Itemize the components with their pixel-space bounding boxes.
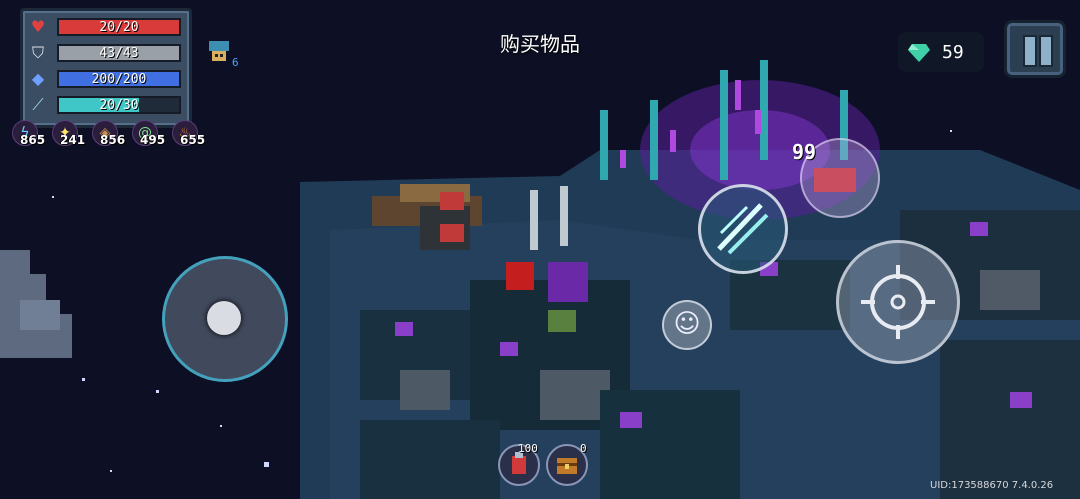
resource-value: 856 — [100, 133, 126, 147]
potion-count: 100 — [518, 442, 538, 455]
sword-icon: ⟋ — [32, 95, 44, 114]
joystick-knob[interactable] — [207, 301, 241, 335]
armor-value: 43/43 — [99, 46, 139, 61]
skill-button[interactable] — [698, 184, 788, 274]
attack-button[interactable] — [836, 240, 960, 364]
movement-joystick[interactable] — [162, 256, 288, 382]
resource-value: 655 — [180, 133, 206, 147]
energy-row: ◆ 200/200 — [29, 69, 183, 89]
uid-label: UID:173588670 7.4.0.26 — [930, 480, 1054, 491]
energy-value: 200/200 — [91, 72, 147, 87]
resource-value: 865 — [20, 133, 46, 147]
health-value: 20/20 — [99, 20, 139, 35]
gem-icon — [908, 44, 930, 62]
charge-row: ⟋ 20/30 — [29, 95, 183, 115]
charge-bar: 20/30 — [57, 96, 181, 114]
buff-count: 6 — [232, 56, 239, 69]
mushroom-buff-icon[interactable] — [206, 38, 232, 64]
gem-counter: 59 — [898, 32, 984, 72]
health-bar: 20/20 — [57, 18, 181, 36]
pause-icon-bar — [1039, 35, 1053, 67]
crosshair-icon — [861, 265, 935, 339]
armor-row: ⛉ 43/43 — [29, 43, 183, 63]
page-title: 购买物品 — [500, 32, 580, 56]
shield-icon: ⛉ — [31, 43, 44, 62]
heart-icon: ♥ — [30, 17, 46, 36]
chest-count: 0 — [580, 442, 587, 455]
resource-value: 241 — [60, 133, 86, 147]
energy-bar: 200/200 — [57, 70, 181, 88]
health-row: ♥ 20/20 — [29, 17, 183, 37]
slash-icon — [717, 203, 769, 255]
pause-icon — [1023, 35, 1037, 67]
resource-value: 495 — [140, 133, 166, 147]
gem-value: 59 — [942, 42, 964, 63]
emote-button[interactable]: ☺ — [662, 300, 712, 350]
armor-bar: 43/43 — [57, 44, 181, 62]
diamond-icon: ◆ — [31, 69, 45, 88]
charge-value: 20/30 — [99, 98, 139, 113]
pause-button[interactable] — [1004, 20, 1066, 78]
weapon-energy-cost: 99 — [792, 140, 817, 164]
player-stats-panel: ♥ 20/20 ⛉ 43/43 ◆ 200/200 ⟋ 20/30 — [20, 8, 192, 128]
